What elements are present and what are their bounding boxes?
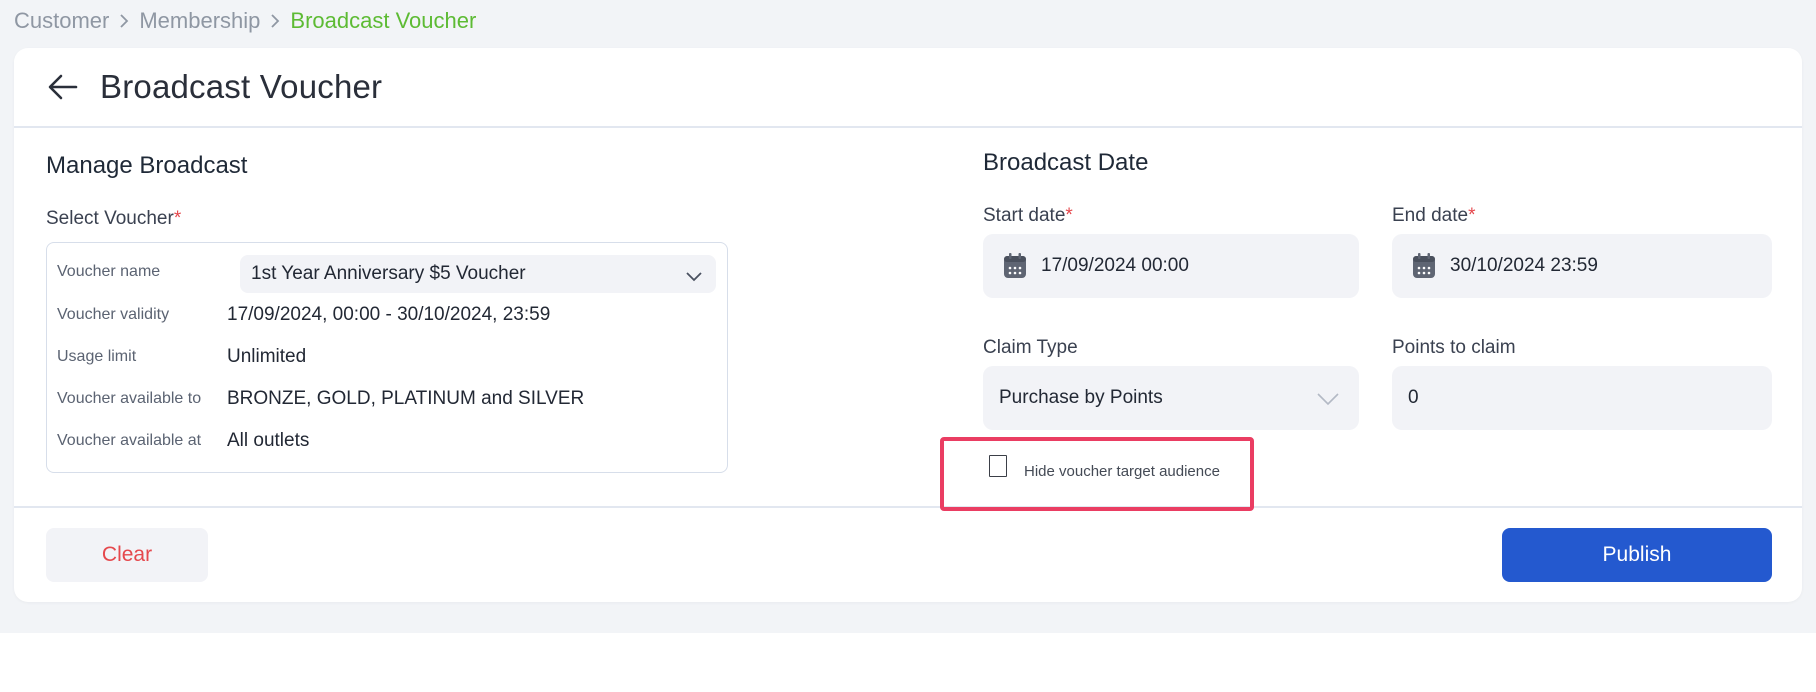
points-to-claim-value: 0 bbox=[1408, 387, 1419, 408]
end-date-value: 30/10/2024 23:59 bbox=[1450, 255, 1598, 276]
breadcrumb-current: Broadcast Voucher bbox=[290, 8, 477, 33]
chevron-down-icon bbox=[1317, 390, 1339, 412]
points-to-claim-input[interactable]: 0 bbox=[1392, 366, 1772, 430]
available-to-value: BRONZE, GOLD, PLATINUM and SILVER bbox=[227, 388, 585, 409]
start-date-input[interactable]: 17/09/2024 00:00 bbox=[983, 234, 1359, 298]
clear-button[interactable]: Clear bbox=[46, 528, 208, 582]
voucher-validity-row: Voucher validity 17/09/2024, 00:00 - 30/… bbox=[57, 304, 550, 326]
breadcrumb-membership[interactable]: Membership bbox=[139, 8, 260, 34]
usage-limit-value: Unlimited bbox=[227, 346, 307, 367]
end-date-label: End date* bbox=[1392, 205, 1475, 227]
start-date-label-text: Start date bbox=[983, 205, 1066, 226]
card-header: Broadcast Voucher bbox=[14, 48, 1802, 128]
voucher-validity-value: 17/09/2024, 00:00 - 30/10/2024, 23:59 bbox=[227, 304, 551, 325]
available-to-row: Voucher available to BRONZE, GOLD, PLATI… bbox=[57, 388, 584, 410]
end-date-label-text: End date bbox=[1392, 205, 1469, 226]
voucher-details-box: Voucher name 1st Year Anniversary $5 Vou… bbox=[46, 242, 728, 473]
usage-limit-key: Usage limit bbox=[57, 348, 137, 365]
chevron-right-icon bbox=[119, 14, 129, 28]
start-date-label: Start date* bbox=[983, 205, 1073, 227]
hide-audience-label: Hide voucher target audience bbox=[1024, 463, 1220, 480]
breadcrumb-customer[interactable]: Customer bbox=[14, 8, 109, 34]
broadcast-date-title: Broadcast Date bbox=[983, 149, 1149, 176]
required-mark: * bbox=[173, 208, 182, 229]
voucher-select-value: 1st Year Anniversary $5 Voucher bbox=[251, 263, 526, 284]
calendar-icon bbox=[1003, 253, 1027, 279]
usage-limit-row: Usage limit Unlimited bbox=[57, 346, 306, 368]
back-button[interactable] bbox=[46, 70, 80, 104]
available-at-value: All outlets bbox=[227, 430, 310, 451]
publish-button[interactable]: Publish bbox=[1502, 528, 1772, 582]
manage-broadcast-title: Manage Broadcast bbox=[46, 152, 248, 179]
calendar-icon bbox=[1412, 253, 1436, 279]
broadcast-card: Broadcast Voucher Manage Broadcast Selec… bbox=[14, 48, 1802, 602]
voucher-name-row: Voucher name bbox=[57, 263, 227, 281]
end-date-input[interactable]: 30/10/2024 23:59 bbox=[1392, 234, 1772, 298]
claim-type-select[interactable]: Purchase by Points bbox=[983, 366, 1359, 430]
hide-audience-checkbox[interactable] bbox=[989, 455, 1007, 477]
available-at-key: Voucher available at bbox=[57, 432, 202, 449]
available-to-key: Voucher available to bbox=[57, 390, 202, 407]
page-title: Broadcast Voucher bbox=[100, 68, 383, 105]
required-mark: * bbox=[1065, 205, 1073, 226]
required-mark: * bbox=[1468, 205, 1476, 226]
voucher-name-key: Voucher name bbox=[57, 263, 161, 280]
available-at-row: Voucher available at All outlets bbox=[57, 430, 309, 452]
start-date-value: 17/09/2024 00:00 bbox=[1041, 255, 1189, 276]
chevron-down-icon bbox=[686, 266, 702, 288]
voucher-select[interactable]: 1st Year Anniversary $5 Voucher bbox=[240, 255, 716, 293]
voucher-validity-key: Voucher validity bbox=[57, 306, 170, 323]
footer-divider bbox=[14, 506, 1802, 508]
claim-type-value: Purchase by Points bbox=[999, 387, 1163, 408]
arrow-left-icon bbox=[48, 74, 78, 100]
select-voucher-label-text: Select Voucher bbox=[46, 208, 174, 229]
chevron-right-icon bbox=[270, 14, 280, 28]
breadcrumb: Customer Membership Broadcast Voucher bbox=[14, 8, 476, 34]
points-to-claim-label: Points to claim bbox=[1392, 337, 1516, 358]
select-voucher-label: Select Voucher* bbox=[46, 208, 181, 230]
claim-type-label: Claim Type bbox=[983, 337, 1078, 358]
